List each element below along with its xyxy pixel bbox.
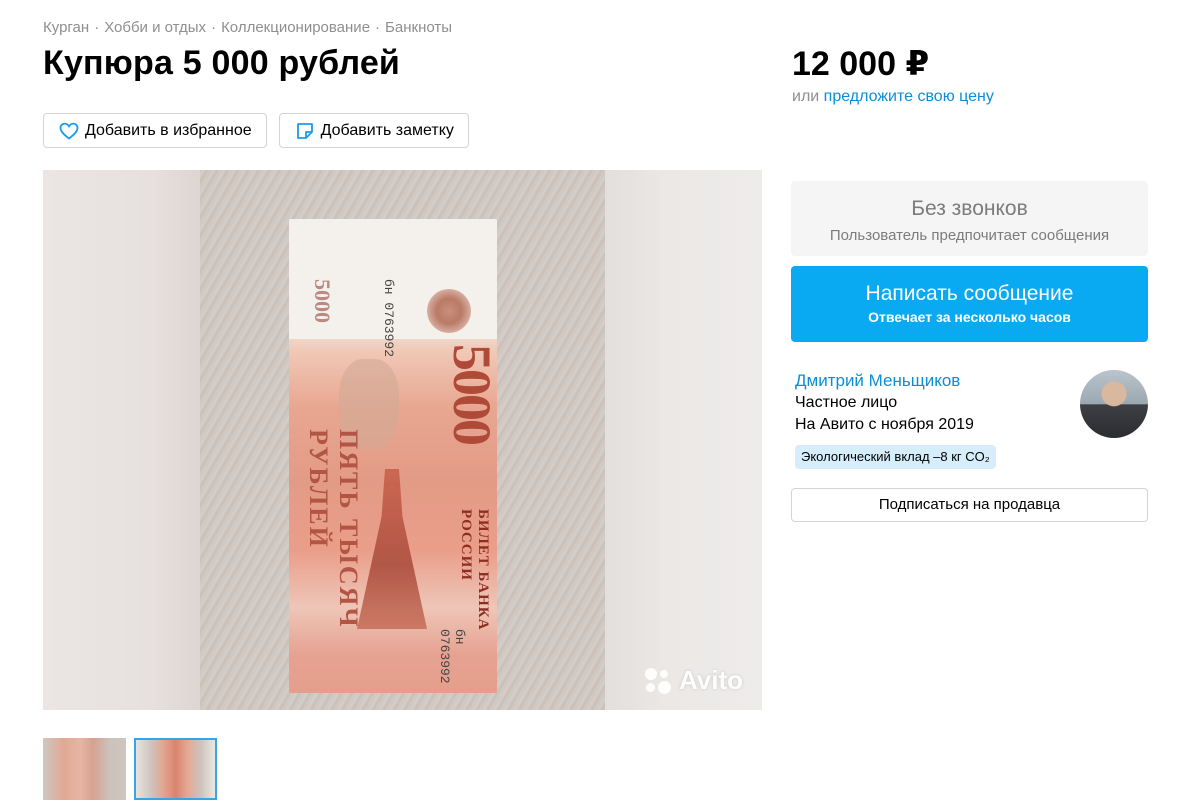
thumbnail-1[interactable] (43, 738, 126, 800)
note-icon (296, 122, 313, 139)
breadcrumb-item-hobby[interactable]: Хобби и отдых (104, 19, 206, 36)
no-calls-title: Без звонков (911, 197, 1028, 220)
breadcrumb-item-banknotes[interactable]: Банкноты (385, 19, 452, 36)
avito-logo-icon (643, 666, 673, 696)
banknote-emblem (427, 289, 471, 333)
no-calls-subtitle: Пользователь предпочитает сообщения (829, 227, 1110, 244)
photo-blur-left (43, 170, 200, 710)
banknote-serial: бн 0763992 (381, 279, 396, 358)
add-to-favorites-button[interactable]: Добавить в избранное (43, 113, 267, 148)
breadcrumb-separator: · (94, 19, 100, 36)
photo-blur-right (605, 170, 762, 710)
banknote-serial: бн 0763992 (437, 629, 467, 684)
add-note-button[interactable]: Добавить заметку (278, 113, 469, 148)
price: 12 000 ₽ (792, 45, 930, 83)
heart-icon (59, 122, 79, 140)
seller-avatar[interactable] (1080, 370, 1148, 438)
write-message-label: Написать сообщение (865, 282, 1074, 305)
banknote-monument (357, 469, 427, 629)
breadcrumb-item-city[interactable]: Курган (43, 19, 89, 36)
avito-watermark-text: Avito (679, 665, 744, 695)
avito-watermark: Avito (643, 665, 743, 696)
subscribe-to-seller-button[interactable]: Подписаться на продавца (791, 488, 1148, 522)
seller-type: Частное лицо (795, 394, 898, 411)
price-offer-line: или предложите свою цену (792, 88, 994, 106)
write-message-button[interactable]: Написать сообщение Отвечает за несколько… (791, 266, 1148, 342)
breadcrumb-separator: · (211, 19, 217, 36)
banknote-image: 5000 5000 БИЛЕТ БАНКА РОССИИ ПЯТЬ ТЫСЯЧ … (289, 219, 497, 693)
breadcrumb: Курган · Хобби и отдых · Коллекционирование ·… (43, 19, 452, 36)
seller-since: На Авито с ноября 2019 (795, 416, 974, 433)
banknote-denomination-small: 5000 (310, 279, 335, 323)
listing-actions: Добавить в избранное Добавить заметку (43, 113, 469, 148)
response-time-label: Отвечает за несколько часов (868, 309, 1071, 325)
page-title: Купюра 5 000 рублей (43, 44, 401, 82)
add-note-label: Добавить заметку (320, 121, 454, 139)
banknote-photo: 5000 5000 БИЛЕТ БАНКА РОССИИ ПЯТЬ ТЫСЯЧ … (200, 170, 743, 710)
breadcrumb-item-collecting[interactable]: Коллекционирование (221, 19, 370, 36)
breadcrumb-separator: · (375, 19, 381, 36)
banknote-denomination: 5000 (442, 344, 497, 444)
seller-name-link[interactable]: Дмитрий Меньщиков (795, 371, 960, 391)
add-to-favorites-label: Добавить в избранное (85, 121, 252, 139)
banknote-value-words: ПЯТЬ ТЫСЯЧ РУБЛЕЙ (304, 429, 363, 629)
thumbnail-strip (43, 738, 217, 800)
no-calls-notice: Без звонков Пользователь предпочитает со… (791, 181, 1148, 256)
thumbnail-2-selected[interactable] (134, 738, 217, 800)
eco-contribution-badge[interactable]: Экологический вклад –8 кг CO₂ (795, 445, 996, 469)
offer-price-link[interactable]: предложите свою цену (824, 88, 994, 105)
main-photo[interactable]: 5000 5000 БИЛЕТ БАНКА РОССИИ ПЯТЬ ТЫСЯЧ … (43, 170, 762, 710)
price-or-text: или (792, 88, 820, 105)
